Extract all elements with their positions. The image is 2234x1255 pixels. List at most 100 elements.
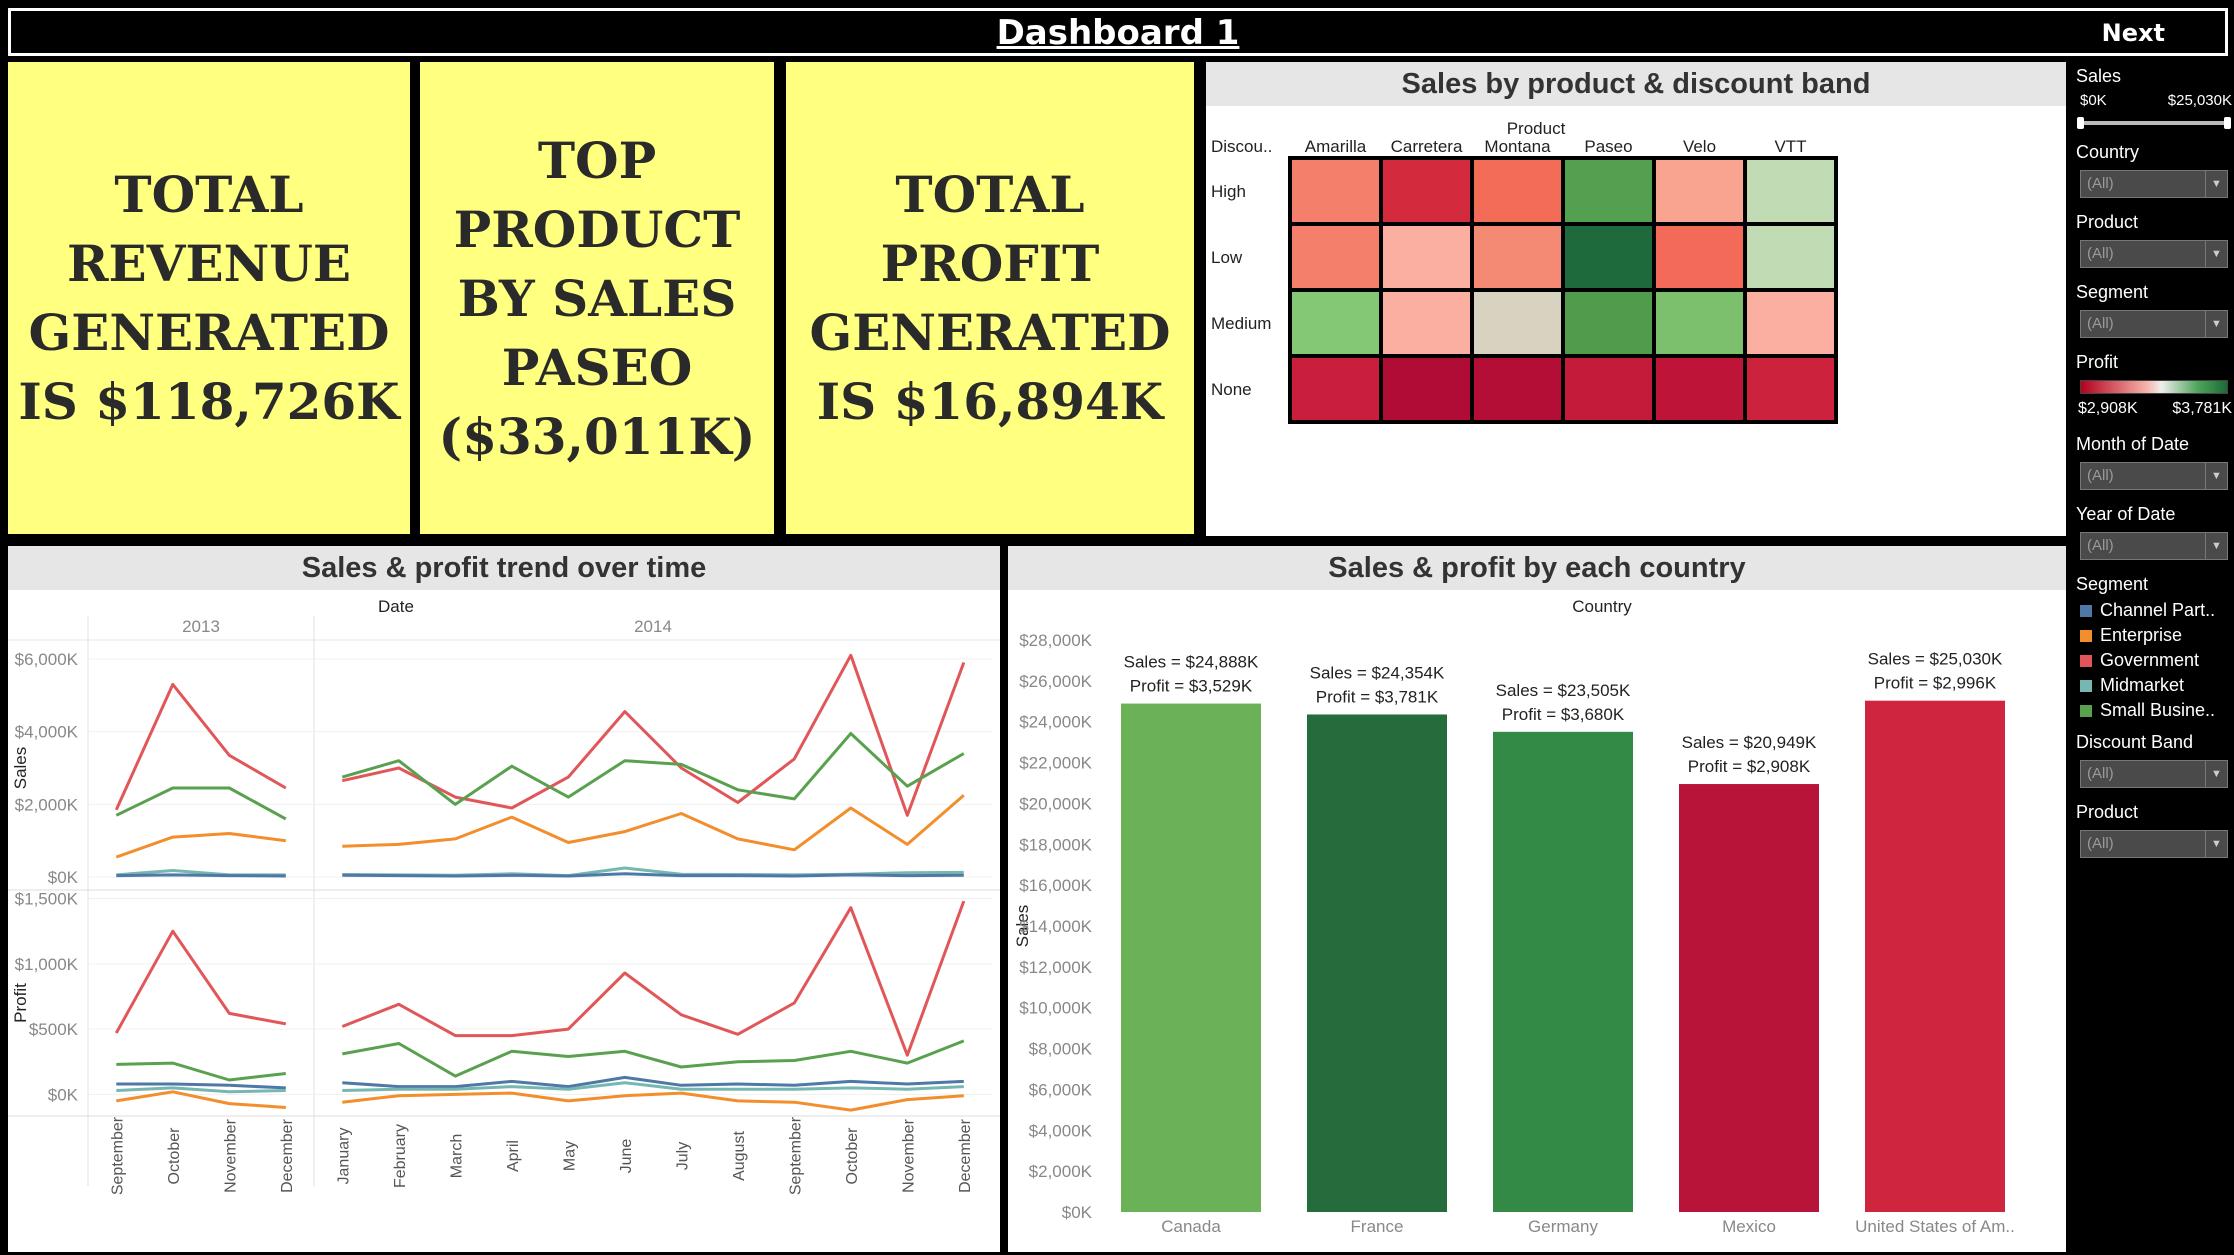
heatmap-cell [1565, 226, 1652, 288]
country-filter-label: Country [2076, 142, 2140, 162]
trend-x-tick-label: August [731, 1131, 748, 1181]
kpi-total-revenue-text: TOTAL REVENUE GENERATED IS $118,726K [18, 165, 400, 431]
heatmap-y-header: Discou.. [1211, 137, 1272, 156]
trend-y-tick-label: $500K [29, 1020, 79, 1039]
sales-range-min-handle[interactable] [2077, 117, 2084, 129]
country-bar-profit-label: Profit = $3,680K [1502, 705, 1625, 724]
country-y-tick-label: $24,000K [1019, 713, 1092, 732]
segment-filter-label: Segment [2076, 282, 2149, 302]
country-panel: Sales & profit by each country Country Sa… [1008, 546, 2066, 1252]
trend-y-tick-label: $0K [48, 868, 79, 887]
legend-item-midmarket[interactable]: Midmarket [2080, 675, 2184, 696]
country-y-tick-label: $4,000K [1029, 1121, 1093, 1140]
trend-x-tick-label: December [279, 1118, 296, 1192]
sales-range-track[interactable] [2080, 121, 2228, 125]
legend-item-government[interactable]: Government [2080, 650, 2199, 671]
country-bar-sales-label: Sales = $24,354K [1310, 663, 1445, 682]
legend-swatch [2080, 605, 2092, 617]
sales-range-max-handle[interactable] [2224, 117, 2231, 129]
profit-legend-label: Profit [2076, 352, 2119, 372]
country-bar-profit-label: Profit = $2,908K [1688, 757, 1811, 776]
profit-legend-max: $3,781K [2172, 400, 2232, 417]
discount-filter-select[interactable]: (All) ▼ [2080, 760, 2228, 788]
country-bar [1121, 703, 1261, 1212]
trend-x-tick-label: April [505, 1140, 522, 1172]
legend-item-enterprise[interactable]: Enterprise [2080, 625, 2182, 646]
chevron-down-icon: ▼ [2205, 761, 2227, 787]
segment-legend-title: Segment [2076, 574, 2149, 594]
year-filter-select[interactable]: (All) ▼ [2080, 532, 2228, 560]
country-y-tick-label: $0K [1062, 1203, 1093, 1222]
trend-x-tick-label: October [166, 1127, 183, 1185]
chevron-down-icon: ▼ [2205, 463, 2227, 489]
heatmap-cell [1292, 358, 1379, 420]
trend-x-tick-label: January [335, 1128, 352, 1185]
country-bar-sales-label: Sales = $23,505K [1496, 681, 1631, 700]
country-filter-select[interactable]: (All) ▼ [2080, 170, 2228, 198]
trend-series-line-enterprise [115, 832, 286, 859]
month-filter-select[interactable]: (All) ▼ [2080, 462, 2228, 490]
heatmap-cell [1474, 160, 1561, 222]
country-x-tick-label: United States of Am.. [1855, 1217, 2015, 1236]
country-bar [1493, 731, 1633, 1212]
trend-panel: Sales & profit trend over time Date 2013 2… [8, 546, 1000, 1252]
kpi-top-product: TOP PRODUCT BY SALES PASEO ($33,011K) [420, 62, 774, 534]
country-x-tick-label: Canada [1161, 1217, 1221, 1236]
product-filter-label: Product [2076, 212, 2139, 232]
kpi-total-profit: TOTAL PROFIT GENERATED IS $16,894K [786, 62, 1194, 534]
heatmap-cell [1747, 160, 1834, 222]
month-filter-label: Month of Date [2076, 434, 2190, 454]
heatmap-panel: Sales by product & discount band Product… [1206, 62, 2066, 536]
month-filter-value: (All) [2087, 467, 2114, 484]
country-y-tick-label: $22,000K [1019, 754, 1092, 773]
next-button[interactable]: Next [2102, 19, 2165, 47]
legend-label: Enterprise [2100, 625, 2183, 645]
heatmap-cell [1565, 160, 1652, 222]
heatmap-cell [1747, 358, 1834, 420]
heatmap-cell [1292, 292, 1379, 354]
trend-y-tick-label: $4,000K [15, 723, 79, 742]
heatmap-cell [1474, 358, 1561, 420]
legend-item-small-business[interactable]: Small Busine.. [2080, 700, 2215, 721]
trend-y-tick-label: $2,000K [15, 795, 79, 814]
heatmap-cell [1474, 226, 1561, 288]
kpi-total-revenue: TOTAL REVENUE GENERATED IS $118,726K [8, 62, 410, 534]
heatmap-cell [1656, 358, 1743, 420]
country-y-tick-label: $14,000K [1019, 917, 1092, 936]
heatmap-cell [1565, 292, 1652, 354]
country-chart: CountrySales$0K$2,000K$4,000K$6,000K$8,0… [1013, 597, 2015, 1236]
chevron-down-icon: ▼ [2205, 171, 2227, 197]
trend-year-label: 2013 [182, 617, 220, 636]
heatmap-column-label: Carretera [1391, 137, 1463, 156]
country-bar [1865, 700, 2005, 1212]
legend-item-channel-partners[interactable]: Channel Part.. [2080, 600, 2215, 621]
trend-series-line-small-business [115, 786, 287, 821]
product-filter-select[interactable]: (All) ▼ [2080, 240, 2228, 268]
trend-year-label: 2014 [634, 617, 672, 636]
heatmap-row-label: Low [1211, 248, 1243, 267]
segment-filter-select[interactable]: (All) ▼ [2080, 310, 2228, 338]
year-filter-value: (All) [2087, 537, 2114, 554]
chevron-down-icon: ▼ [2205, 311, 2227, 337]
country-y-tick-label: $28,000K [1019, 631, 1092, 650]
trend-x-tick-label: July [674, 1142, 691, 1170]
heatmap-cell [1656, 292, 1743, 354]
trend-x-tick-label: May [561, 1141, 578, 1171]
product2-filter-label: Product [2076, 802, 2139, 822]
trend-series-line-government [114, 682, 287, 811]
trend-x-tick-label: February [392, 1124, 409, 1188]
trend-series-line-government [341, 900, 966, 1057]
country-y-tick-label: $12,000K [1019, 958, 1092, 977]
heatmap-cell [1747, 292, 1834, 354]
sales-filter-min: $0K [2080, 92, 2107, 109]
legend-swatch [2080, 705, 2092, 717]
country-y-tick-label: $10,000K [1019, 999, 1092, 1018]
chevron-down-icon: ▼ [2205, 241, 2227, 267]
heatmap-cell [1292, 160, 1379, 222]
trend-y-axis-label: Profit [11, 983, 30, 1023]
trend-y-tick-label: $1,000K [15, 955, 79, 974]
product2-filter-select[interactable]: (All) ▼ [2080, 830, 2228, 858]
trend-series-line-channel-partners [116, 873, 286, 878]
legend-swatch [2080, 655, 2092, 667]
heatmap-x-header: Product [1507, 119, 1566, 138]
